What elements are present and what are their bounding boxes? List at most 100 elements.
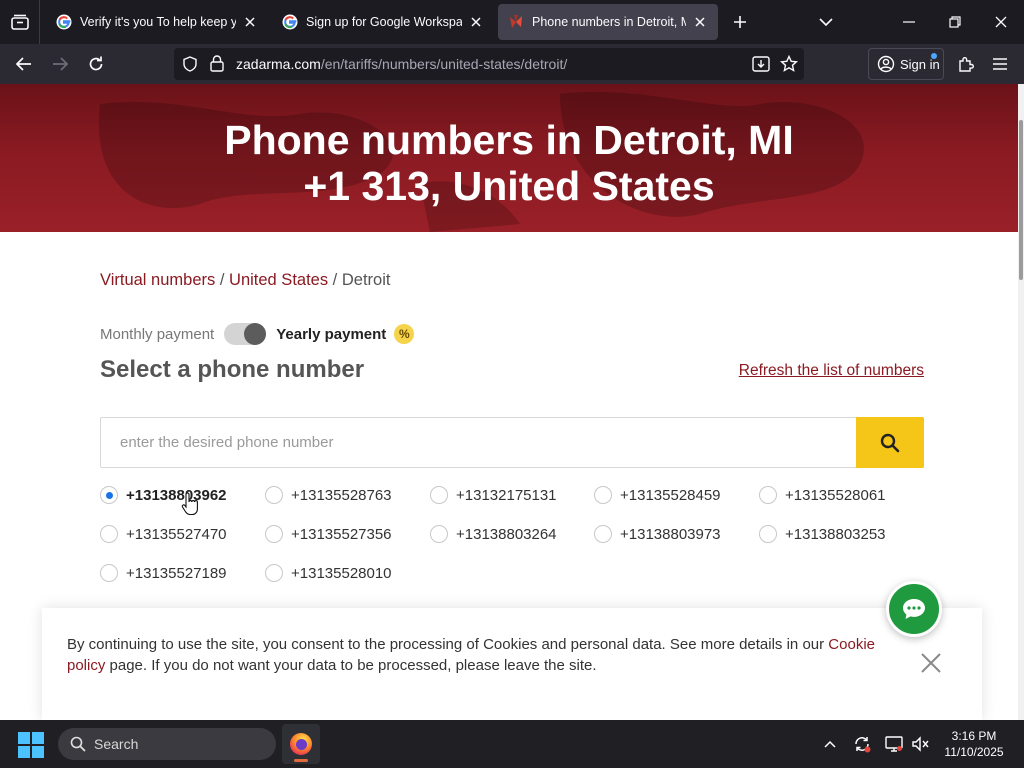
address-bar[interactable]: zadarma.com/en/tariffs/numbers/united-st…: [174, 48, 804, 80]
hero-banner: Phone numbers in Detroit, MI +1 313, Uni…: [0, 84, 1018, 232]
sign-in-button[interactable]: Sign in: [868, 48, 944, 80]
notification-dot: [931, 53, 937, 59]
volume-network-button[interactable]: [908, 732, 932, 756]
phone-number-label: +13135527470: [126, 525, 227, 543]
refresh-numbers-link[interactable]: Refresh the list of numbers: [739, 362, 924, 380]
new-tab-button[interactable]: [728, 10, 752, 34]
phone-number-option[interactable]: +13135528010: [265, 564, 392, 582]
url-text[interactable]: zadarma.com/en/tariffs/numbers/united-st…: [236, 56, 567, 72]
bookmark-star-icon[interactable]: [780, 55, 798, 73]
minimize-button[interactable]: [886, 0, 932, 44]
radio-button[interactable]: [100, 486, 118, 504]
active-app-indicator: [294, 759, 308, 762]
arrow-right-icon: [53, 57, 68, 71]
close-window-button[interactable]: [978, 0, 1024, 44]
radio-button[interactable]: [594, 486, 612, 504]
extensions-button[interactable]: [952, 50, 980, 78]
radio-button[interactable]: [594, 525, 612, 543]
chevron-down-icon: [819, 17, 833, 26]
show-hidden-icons-button[interactable]: [818, 732, 842, 756]
phone-number-option[interactable]: +13135528459: [594, 486, 721, 504]
windows-start-icon[interactable]: [18, 732, 44, 758]
firefox-view-button[interactable]: [0, 0, 40, 44]
phone-number-option[interactable]: +13138803264: [430, 525, 557, 543]
radio-button[interactable]: [265, 564, 283, 582]
close-tab-icon[interactable]: [242, 14, 258, 30]
number-search-box: [100, 417, 924, 468]
search-button[interactable]: [856, 417, 924, 468]
display-button[interactable]: [882, 732, 906, 756]
close-tab-icon[interactable]: [692, 14, 708, 30]
payment-toggle[interactable]: [224, 323, 267, 345]
taskbar-firefox[interactable]: [282, 724, 320, 764]
radio-button[interactable]: [759, 486, 777, 504]
number-search-input[interactable]: [101, 418, 857, 467]
firefox-icon: [290, 733, 312, 755]
tab-verify[interactable]: Verify it's you To help keep your: [46, 4, 268, 40]
phone-number-option[interactable]: +13135527470: [100, 525, 227, 543]
yearly-payment-label[interactable]: Yearly payment: [276, 326, 386, 343]
puzzle-icon: [959, 57, 974, 72]
list-all-tabs-button[interactable]: [814, 10, 838, 34]
phone-number-label: +13135528010: [291, 564, 392, 582]
phone-number-label: +13138803264: [456, 525, 557, 543]
phone-number-option[interactable]: +13135527189: [100, 564, 227, 582]
radio-button[interactable]: [759, 525, 777, 543]
title-line-2: +1 313, United States: [303, 163, 715, 209]
radio-button[interactable]: [100, 525, 118, 543]
phone-number-option[interactable]: +13135528061: [759, 486, 886, 504]
sync-status-button[interactable]: [850, 732, 874, 756]
reload-button[interactable]: [82, 50, 110, 78]
radio-button[interactable]: [100, 564, 118, 582]
chat-button[interactable]: [886, 581, 942, 637]
phone-number-option[interactable]: +13135528763: [265, 486, 392, 504]
cookie-text-before: By continuing to use the site, you conse…: [67, 636, 829, 653]
radio-button[interactable]: [265, 525, 283, 543]
phone-number-option[interactable]: +13138803253: [759, 525, 886, 543]
breadcrumb-current: Detroit: [341, 271, 391, 289]
save-to-pocket-icon[interactable]: [752, 55, 770, 73]
close-cookie-banner-icon[interactable]: [920, 652, 942, 674]
phone-number-label: +13135527189: [126, 564, 227, 582]
chat-bubble-icon: [903, 599, 925, 619]
chevron-up-icon: [824, 740, 836, 748]
minimize-icon: [903, 21, 915, 23]
taskbar-search[interactable]: Search: [58, 728, 276, 760]
system-clock[interactable]: 3:16 PM 11/10/2025: [934, 728, 1014, 760]
discount-badge: %: [394, 324, 415, 344]
phone-number-option[interactable]: +13138803973: [594, 525, 721, 543]
google-icon: [282, 14, 298, 30]
breadcrumb-virtual-numbers[interactable]: Virtual numbers: [100, 271, 215, 289]
phone-number-option[interactable]: +13135527356: [265, 525, 392, 543]
page-scrollbar[interactable]: [1018, 84, 1024, 720]
phone-number-label: +13135528459: [620, 486, 721, 504]
breadcrumb-united-states[interactable]: United States: [229, 271, 328, 289]
phone-number-label: +13132175131: [456, 486, 557, 504]
lock-icon[interactable]: [210, 55, 224, 72]
scrollbar-thumb[interactable]: [1019, 120, 1023, 280]
url-path: /en/tariffs/numbers/united-states/detroi…: [320, 56, 568, 72]
radio-button[interactable]: [430, 486, 448, 504]
tab-google-workspace[interactable]: Sign up for Google Workspace: [272, 4, 494, 40]
close-tab-icon[interactable]: [468, 14, 484, 30]
cookie-text-after: page. If you do not want your data to be…: [105, 657, 597, 674]
monthly-payment-label[interactable]: Monthly payment: [100, 326, 214, 343]
back-button[interactable]: [10, 50, 38, 78]
radio-button[interactable]: [430, 525, 448, 543]
sync-icon: [855, 737, 871, 753]
shield-icon[interactable]: [182, 56, 198, 72]
tab-phone-numbers-detroit[interactable]: Phone numbers in Detroit, MI U: [498, 4, 718, 40]
phone-number-label: +13138803962: [126, 486, 227, 504]
title-line-1: Phone numbers in Detroit, MI: [224, 117, 794, 163]
phone-number-option[interactable]: +13132175131: [430, 486, 557, 504]
monitor-icon: [885, 736, 903, 752]
phone-number-option[interactable]: +13138803962: [100, 486, 227, 504]
menu-button[interactable]: [986, 50, 1014, 78]
page-content: Phone numbers in Detroit, MI +1 313, Uni…: [0, 84, 1024, 720]
radio-button[interactable]: [265, 486, 283, 504]
restore-button[interactable]: [932, 0, 978, 44]
google-icon: [56, 14, 72, 30]
tab-title: Sign up for Google Workspace: [306, 15, 462, 29]
hand-pointer-cursor-icon: [181, 492, 198, 516]
forward-button[interactable]: [46, 50, 74, 78]
